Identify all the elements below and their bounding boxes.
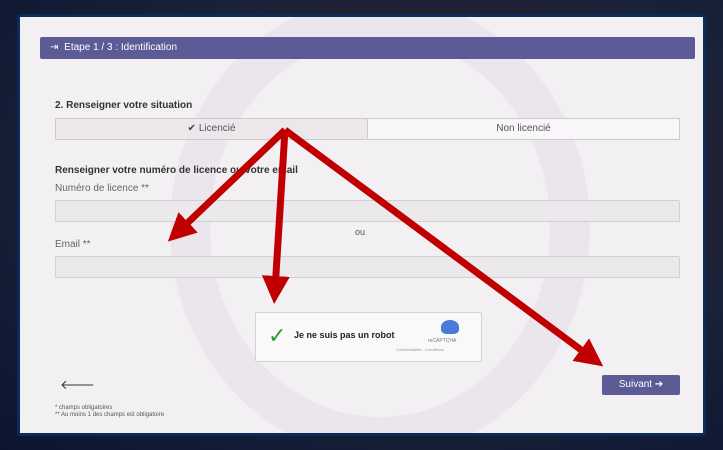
annotation-arrow-license	[167, 127, 288, 242]
annotation-arrow-captcha	[261, 129, 290, 304]
annotation-arrow-next	[282, 127, 604, 367]
annotation-arrows	[167, 127, 604, 367]
